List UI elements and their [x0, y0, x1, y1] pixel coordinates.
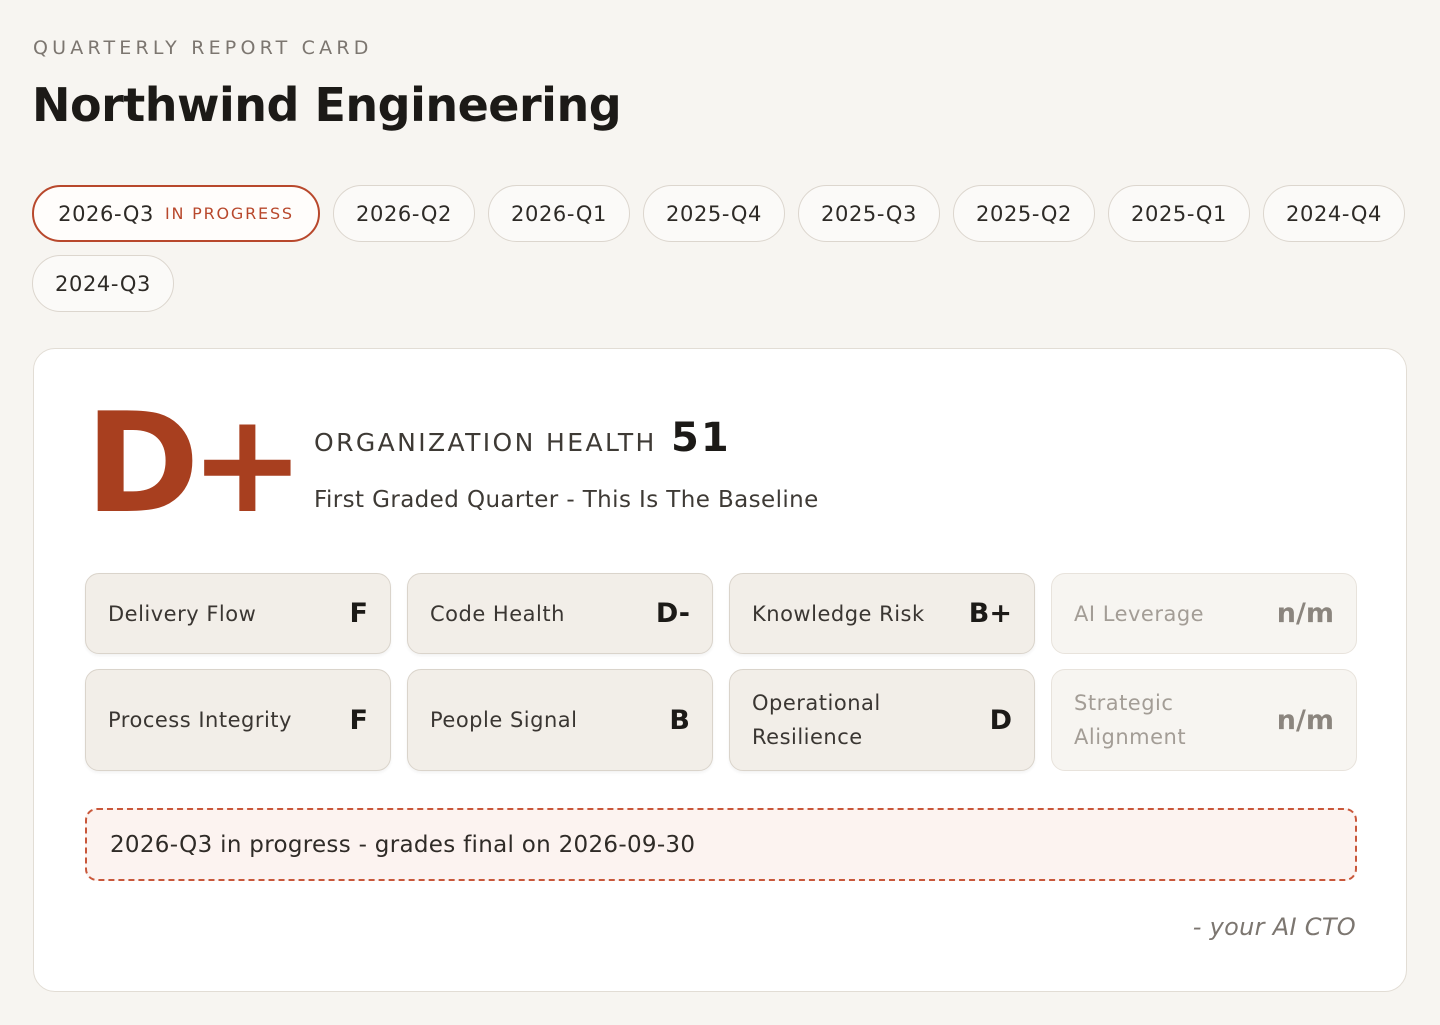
- quarter-tabs: 2026-Q3 IN PROGRESS 2026-Q2 2026-Q1 2025…: [32, 185, 1412, 312]
- dimension-grade: B: [669, 704, 690, 736]
- tab-2025-q3[interactable]: 2025-Q3: [798, 185, 940, 242]
- dimension-name: AI Leverage: [1074, 601, 1205, 626]
- dimension-grade: F: [349, 704, 368, 736]
- signature: - your AI CTO: [1192, 913, 1356, 941]
- dimension-operational-resilience[interactable]: Operational Resilience D: [729, 669, 1035, 771]
- tab-2025-q1[interactable]: 2025-Q1: [1108, 185, 1250, 242]
- tab-2026-q1[interactable]: 2026-Q1: [488, 185, 630, 242]
- dimension-ai-leverage[interactable]: AI Leverage n/m: [1051, 573, 1357, 654]
- dimension-knowledge-risk[interactable]: Knowledge Risk B+: [729, 573, 1035, 654]
- overall-grade: D+: [85, 383, 305, 544]
- dimension-grade: n/m: [1276, 704, 1334, 736]
- dimension-name: Delivery Flow: [108, 601, 257, 626]
- in-progress-notice: 2026-Q3 in progress - grades final on 20…: [85, 808, 1357, 881]
- tab-2024-q4[interactable]: 2024-Q4: [1263, 185, 1405, 242]
- dimension-grade: D-: [655, 598, 690, 629]
- tab-2026-q2[interactable]: 2026-Q2: [333, 185, 475, 242]
- dimension-grid: Delivery Flow F Code Health D- Knowledge…: [85, 573, 1357, 771]
- tab-2024-q3[interactable]: 2024-Q3: [32, 255, 174, 312]
- health-label: ORGANIZATION HEALTH: [314, 428, 657, 457]
- dimension-name: Code Health: [430, 601, 565, 626]
- dimension-name: Knowledge Risk: [752, 601, 925, 626]
- page-title: Northwind Engineering: [32, 78, 622, 132]
- tab-2026-q3[interactable]: 2026-Q3 IN PROGRESS: [32, 185, 320, 242]
- tab-2025-q2[interactable]: 2025-Q2: [953, 185, 1095, 242]
- dimension-grade: B+: [968, 598, 1012, 629]
- baseline-note: First Graded Quarter - This Is The Basel…: [314, 487, 819, 513]
- dimension-name: Strategic Alignment: [1074, 691, 1187, 749]
- page-eyebrow: QUARTERLY REPORT CARD: [33, 37, 373, 59]
- dimension-grade: n/m: [1276, 598, 1334, 629]
- dimension-code-health[interactable]: Code Health D-: [407, 573, 713, 654]
- report-card: D+ ORGANIZATION HEALTH 51 First Graded Q…: [33, 348, 1407, 992]
- dimension-process-integrity[interactable]: Process Integrity F: [85, 669, 391, 771]
- health-score: 51: [671, 415, 731, 461]
- tab-label: 2026-Q3: [58, 201, 154, 226]
- dimension-strategic-alignment[interactable]: Strategic Alignment n/m: [1051, 669, 1357, 771]
- tab-2025-q4[interactable]: 2025-Q4: [643, 185, 785, 242]
- dimension-name: People Signal: [430, 708, 578, 732]
- dimension-grade: F: [349, 598, 368, 629]
- dimension-name: Process Integrity: [108, 708, 292, 732]
- in-progress-badge: IN PROGRESS: [165, 204, 294, 223]
- dimension-name: Operational Resilience: [752, 691, 881, 749]
- dimension-delivery-flow[interactable]: Delivery Flow F: [85, 573, 391, 654]
- report-card-page: QUARTERLY REPORT CARD Northwind Engineer…: [0, 0, 1440, 1025]
- dimension-people-signal[interactable]: People Signal B: [407, 669, 713, 771]
- dimension-grade: D: [989, 704, 1012, 736]
